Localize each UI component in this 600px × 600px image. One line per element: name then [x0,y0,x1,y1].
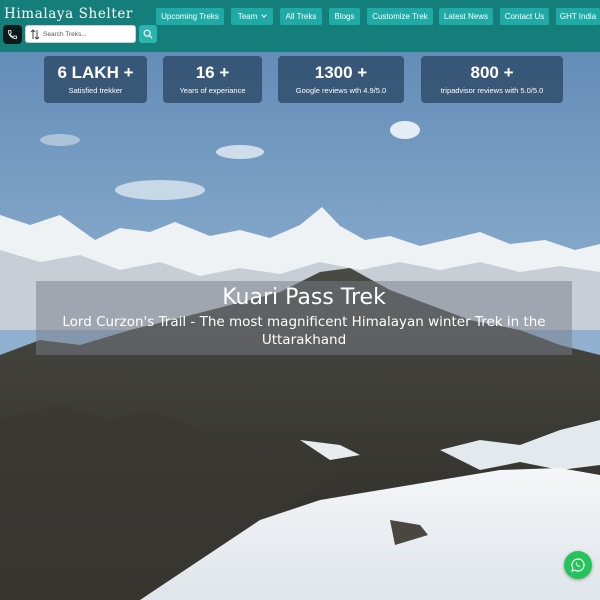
whatsapp-icon [571,558,585,572]
chevron-down-icon [261,12,268,18]
stat-card-years: 16 + Years of experiance [163,56,262,103]
nav-contact-us[interactable]: Contact Us [500,8,549,25]
phone-icon [7,29,18,40]
stat-card-google-reviews: 1300 + Google reviews wth 4.9/5.0 [278,56,404,103]
top-navigation-bar: Himalaya Shelter Upcoming Treks Team All… [0,0,600,52]
stat-label: Satisfied trekker [68,86,123,95]
hero-subtitle: Lord Curzon's Trail - The most magnifice… [62,314,546,348]
hero-banner: Kuari Pass Trek Lord Curzon's Trail - Th… [36,281,572,355]
search-bar [25,25,136,43]
site-logo[interactable]: Himalaya Shelter [4,6,133,22]
stat-value: 6 LAKH + [57,63,134,82]
nav-customize-trek[interactable]: Customize Trek [367,8,433,25]
stat-label: Years of experiance [179,86,246,95]
search-input[interactable] [43,27,133,41]
whatsapp-button[interactable] [564,551,592,579]
search-icon [143,29,153,39]
stat-value: 16 + [195,63,230,82]
nav-latest-news[interactable]: Latest News [439,8,493,25]
stat-label: Google reviews wth 4.9/5.0 [295,86,387,95]
nav-team[interactable]: Team [231,8,273,25]
nav-ght-india[interactable]: GHT India [556,8,600,25]
stat-card-trekkers: 6 LAKH + Satisfied trekker [44,56,147,103]
sort-icon[interactable] [30,29,40,40]
stat-card-tripadvisor-reviews: 800 + tripadvisor reviews with 5.0/5.0 [421,56,563,103]
nav-team-label: Team [237,12,258,21]
call-button[interactable] [3,25,22,44]
nav-blogs[interactable]: Blogs [329,8,360,25]
hero-title: Kuari Pass Trek [222,285,386,310]
search-button[interactable] [139,25,157,43]
nav-upcoming-treks[interactable]: Upcoming Treks [156,8,224,25]
stat-value: 800 + [470,63,514,82]
stat-value: 1300 + [314,63,368,82]
nav-all-treks[interactable]: All Treks [280,8,322,25]
stat-label: tripadvisor reviews with 5.0/5.0 [440,86,544,95]
